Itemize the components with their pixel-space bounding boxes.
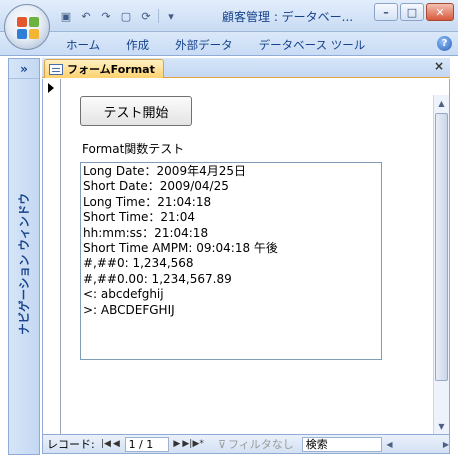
result-line: Short Time：21:04 — [83, 210, 195, 225]
next-record-icon[interactable]: ▶ — [172, 439, 182, 449]
customize-qat-icon[interactable]: ▾ — [163, 8, 179, 24]
window-controls: – □ ✕ — [374, 3, 454, 21]
result-line: Long Date：2009年4月25日 — [83, 164, 246, 178]
ribbon: ホーム 作成 外部データ データベース ツール ? — [0, 32, 458, 56]
start-test-button[interactable]: テスト開始 — [80, 96, 192, 126]
result-line: #,##0.00: 1,234,567.89 — [83, 271, 232, 286]
tab-database-tools[interactable]: データベース ツール — [259, 37, 366, 53]
undo-icon[interactable]: ↶ — [78, 8, 94, 24]
first-record-icon[interactable]: |◀ — [101, 439, 111, 449]
form-area: テスト開始 Format関数テスト Long Date：2009年4月25日 S… — [42, 79, 450, 434]
record-label: レコード: — [47, 438, 95, 451]
nav-pane-label: ナビゲーション ウィンドウ — [17, 193, 31, 335]
document-tab-form-format[interactable]: フォームFormat — [44, 59, 164, 78]
document-tab-label: フォームFormat — [67, 63, 155, 76]
new-record-icon[interactable]: ▶* — [193, 439, 204, 449]
filter-status[interactable]: ⊽ フィルタなし — [218, 436, 294, 452]
nav-pane-label-area[interactable]: ナビゲーション ウィンドウ — [9, 79, 39, 449]
window-title: 顧客管理 : データベー... — [222, 10, 354, 24]
tab-home[interactable]: ホーム — [66, 37, 100, 53]
tab-external-data[interactable]: 外部データ — [175, 37, 233, 53]
result-line: Long Time：21:04:18 — [83, 194, 212, 209]
maximize-button[interactable]: □ — [400, 3, 424, 21]
navigation-pane: » ナビゲーション ウィンドウ — [8, 58, 40, 455]
record-position-input[interactable]: 1 / 1 — [124, 436, 169, 452]
close-button[interactable]: ✕ — [426, 3, 454, 21]
ribbon-tabs: ホーム 作成 外部データ データベース ツール — [66, 37, 391, 53]
result-line: Short Time AMPM: 09:04:18 午後 — [83, 241, 278, 256]
quick-access-toolbar: ▣ ↶ ↷ ▢ ⟳ ▾ — [58, 7, 179, 25]
result-line: <: abcdefghij — [83, 287, 164, 302]
new-document-icon[interactable]: ▢ — [118, 8, 134, 24]
filter-icon: ⊽ — [217, 437, 226, 451]
office-button[interactable] — [4, 4, 50, 50]
scroll-left-icon[interactable]: ◀ — [386, 440, 392, 449]
record-navigation-bar: レコード: |◀ ◀ 1 / 1 ▶ ▶| ▶* ⊽ フィルタなし 検索 ◀ ▶ — [42, 434, 450, 454]
result-line: >: ABCDEFGHIJ — [83, 302, 175, 317]
tab-create[interactable]: 作成 — [126, 37, 149, 53]
results-caption: Format関数テスト — [82, 142, 185, 156]
result-line: hh:mm:ss：21:04:18 — [83, 225, 209, 240]
nav-pane-toggle-button[interactable]: » — [9, 59, 39, 79]
scroll-up-icon[interactable]: ▲ — [434, 95, 449, 111]
close-document-icon[interactable]: × — [434, 59, 444, 73]
scroll-right-icon[interactable]: ▶ — [443, 440, 449, 449]
results-textbox[interactable]: Long Date：2009年4月25日 Short Date：2009/04/… — [80, 162, 382, 360]
current-record-arrow-icon — [48, 83, 54, 93]
save-icon[interactable]: ▣ — [58, 8, 74, 24]
scroll-down-icon[interactable]: ▼ — [434, 418, 449, 434]
title-bar: ▣ ↶ ↷ ▢ ⟳ ▾ 顧客管理 : データベー... – □ ✕ — [0, 0, 458, 32]
previous-record-icon[interactable]: ◀ — [111, 439, 121, 449]
help-icon[interactable]: ? — [437, 36, 452, 51]
vertical-scrollbar[interactable]: ▲ ▼ — [433, 95, 449, 434]
filter-label: フィルタなし — [228, 438, 294, 451]
horizontal-scrollbar[interactable]: ◀ ▶ — [386, 437, 449, 451]
scrollbar-thumb[interactable] — [435, 113, 448, 381]
document-tab-bar: フォームFormat × — [42, 58, 450, 78]
office-logo-icon — [17, 17, 39, 39]
search-input[interactable]: 検索 — [301, 436, 383, 452]
qat-separator — [158, 9, 159, 23]
refresh-icon[interactable]: ⟳ — [138, 8, 154, 24]
record-selector[interactable] — [43, 79, 61, 434]
last-record-icon[interactable]: ▶| — [182, 439, 192, 449]
redo-icon[interactable]: ↷ — [98, 8, 114, 24]
minimize-button[interactable]: – — [374, 3, 398, 21]
form-icon — [49, 63, 63, 75]
result-line: Short Date：2009/04/25 — [83, 179, 229, 194]
result-line: #,##0: 1,234,568 — [83, 256, 194, 271]
